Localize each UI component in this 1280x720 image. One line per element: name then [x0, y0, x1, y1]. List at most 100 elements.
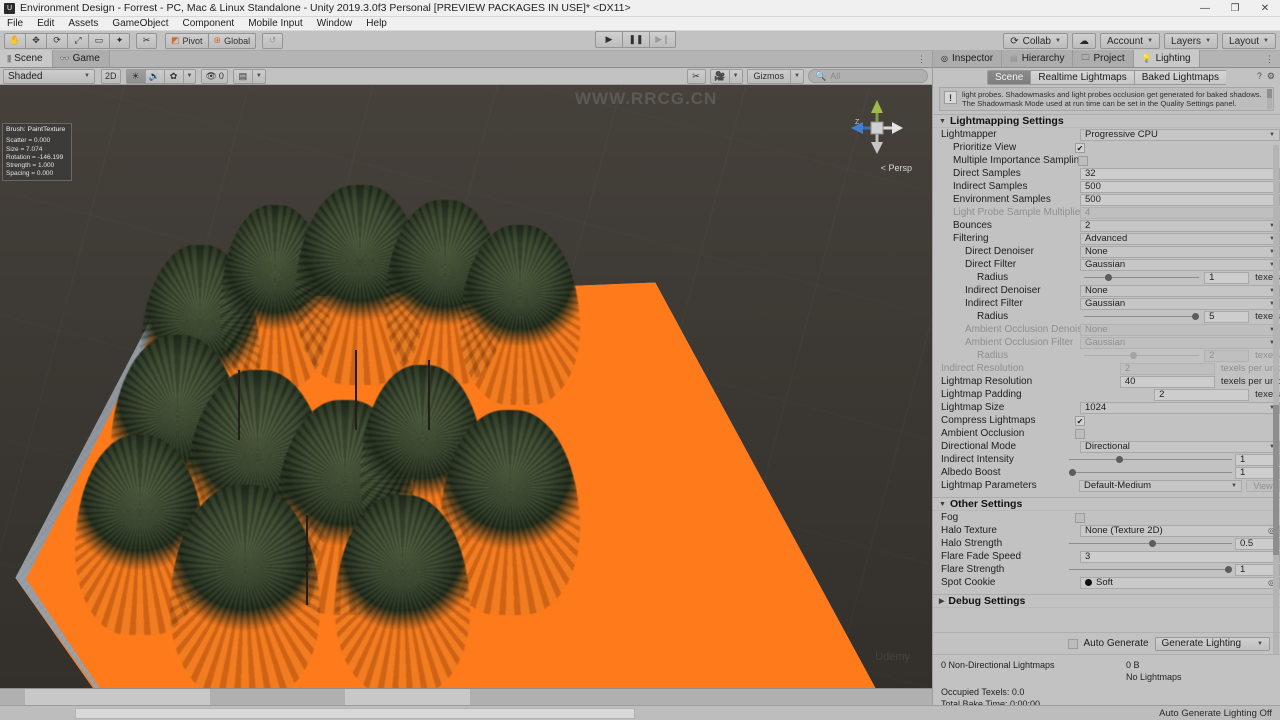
lightmap-size-dropdown[interactable]: 1024▼ — [1080, 401, 1280, 414]
flare-fade-speed-input[interactable]: 3 — [1080, 550, 1280, 563]
section-other-settings[interactable]: ▼ Other Settings — [933, 497, 1280, 512]
halo-strength-slider[interactable] — [1069, 538, 1232, 550]
filtering-dropdown[interactable]: Advanced▼ — [1080, 232, 1280, 245]
mode-baked-lightmaps-button[interactable]: Baked Lightmaps — [1133, 69, 1226, 85]
effects-dropdown-button[interactable]: ▼ — [182, 68, 197, 84]
pause-button[interactable]: ❚❚ — [622, 31, 649, 48]
direct-denoiser-dropdown[interactable]: None▼ — [1080, 245, 1280, 258]
fog-checkbox[interactable]: ✔ — [1075, 512, 1085, 523]
help-box-scrollbar[interactable] — [1267, 89, 1272, 110]
scene-camera-menu-button[interactable]: ▼ — [728, 68, 743, 84]
menu-component[interactable]: Component — [176, 17, 242, 31]
transform-tool-button[interactable]: ✦ — [109, 32, 130, 49]
scene-camera-dropdown-button[interactable]: ▼ — [251, 68, 266, 84]
gizmos-button[interactable]: Gizmos — [746, 68, 791, 84]
menu-edit[interactable]: Edit — [30, 17, 61, 31]
tab-hierarchy[interactable]: ▤ Hierarchy — [1002, 50, 1074, 67]
scene-view-gizmo[interactable]: Z — [846, 97, 908, 159]
rect-tool-button[interactable]: ▭ — [88, 32, 109, 49]
ambient-occlusion-checkbox[interactable]: ✔ — [1075, 428, 1085, 439]
scene-camera-icon-button[interactable]: 🎥 — [709, 68, 729, 84]
menu-window[interactable]: Window — [310, 17, 360, 31]
scene-search-input[interactable]: 🔍 All — [808, 69, 928, 83]
undo-history-button[interactable]: ↺ — [262, 32, 284, 49]
label-albedo-boost: Albedo Boost — [941, 467, 1001, 479]
auto-generate-group[interactable]: ✔ Auto Generate — [1068, 638, 1149, 649]
spot-cookie-object-field[interactable]: Soft ◎ — [1080, 576, 1280, 589]
auto-generate-checkbox[interactable]: ✔ — [1068, 638, 1079, 649]
indirect-denoiser-dropdown[interactable]: None▼ — [1080, 284, 1280, 297]
audio-toggle-button[interactable]: 🔊 — [144, 68, 164, 84]
layout-button[interactable]: Layout ▼ — [1222, 33, 1276, 49]
maximize-button[interactable]: ❐ — [1220, 0, 1250, 17]
scene-viewport[interactable]: Brush: PaintTexture Scatter = 0.000 Size… — [0, 85, 932, 688]
indirect-filter-radius-input[interactable]: 5 — [1204, 310, 1250, 323]
lighting-toggle-button[interactable]: ☀ — [125, 68, 145, 84]
menu-help[interactable]: Help — [359, 17, 394, 31]
custom-editor-tool-button[interactable]: ✂ — [136, 32, 157, 49]
tab-lighting[interactable]: 💡 Lighting — [1133, 50, 1200, 67]
menu-gameobject[interactable]: GameObject — [105, 17, 175, 31]
menu-file[interactable]: File — [0, 17, 30, 31]
rotate-tool-button[interactable]: ⟳ — [46, 32, 67, 49]
section-debug-settings[interactable]: ▶ Debug Settings — [933, 594, 1280, 609]
lightmapper-dropdown[interactable]: Progressive CPU ▼ — [1080, 128, 1280, 141]
move-tool-button[interactable]: ✥ — [25, 32, 46, 49]
toggle-2d-button[interactable]: 2D — [101, 68, 121, 84]
gizmos-dropdown-button[interactable]: ▼ — [790, 68, 804, 84]
effects-toggle-button[interactable]: ✿ — [163, 68, 183, 84]
tab-project[interactable]: 🗀 Project — [1073, 50, 1134, 67]
mode-scene-button[interactable]: Scene — [986, 69, 1031, 85]
layers-button[interactable]: Layers ▼ — [1164, 33, 1219, 49]
halo-texture-object-field[interactable]: None (Texture 2D) ◎ — [1080, 524, 1280, 537]
menu-assets[interactable]: Assets — [61, 17, 105, 31]
minimize-button[interactable]: — — [1190, 0, 1220, 17]
scale-tool-button[interactable]: ⤢ — [67, 32, 88, 49]
scene-fx-button[interactable]: ✂ — [686, 68, 706, 84]
direct-samples-input[interactable]: 32 — [1080, 167, 1280, 180]
bounces-dropdown[interactable]: 2▼ — [1080, 219, 1280, 232]
pivot-toggle-button[interactable]: ◩ Pivot — [165, 32, 208, 49]
mode-realtime-lightmaps-button[interactable]: Realtime Lightmaps — [1030, 69, 1134, 85]
camera-projection-label[interactable]: < Persp — [881, 163, 912, 173]
tab-inspector[interactable]: ◎ Inspector — [933, 50, 1003, 67]
play-button[interactable]: ▶ — [595, 31, 622, 48]
menu-mobile-input[interactable]: Mobile Input — [241, 17, 309, 31]
indirect-filter-radius-slider[interactable] — [1084, 311, 1200, 323]
close-button[interactable]: ✕ — [1250, 0, 1280, 17]
section-lightmapping-settings[interactable]: ▼ Lightmapping Settings — [933, 114, 1280, 129]
lightmap-parameters-dropdown[interactable]: Default-Medium ▼ — [1079, 479, 1242, 492]
lightmap-resolution-input[interactable]: 40 — [1119, 375, 1215, 388]
draw-mode-dropdown[interactable]: Shaded ▼ — [3, 68, 95, 84]
tab-scene[interactable]: ||| Scene — [0, 50, 53, 67]
scene-camera-settings-button[interactable]: ▤ — [232, 68, 252, 84]
lighting-panel-scrollbar[interactable] — [1273, 145, 1279, 675]
cloud-button[interactable]: ☁ — [1071, 33, 1096, 49]
gear-icon[interactable]: ⚙ — [1267, 71, 1275, 82]
scene-visibility-button[interactable]: 👁 0 — [201, 68, 228, 84]
indirect-samples-input[interactable]: 500 — [1080, 180, 1280, 193]
tab-game[interactable]: 👓 Game — [52, 50, 110, 67]
step-button[interactable]: ▶❙ — [649, 31, 676, 48]
indirect-filter-dropdown[interactable]: Gaussian▼ — [1080, 297, 1280, 310]
lighting-kebab-menu-icon[interactable]: ⋮ — [1265, 53, 1274, 65]
indirect-intensity-slider[interactable] — [1069, 454, 1232, 466]
collab-button[interactable]: ⟳ Collab ▼ — [1003, 33, 1068, 49]
directional-mode-dropdown[interactable]: Directional▼ — [1080, 440, 1280, 453]
generate-lighting-button[interactable]: Generate Lighting ▼ — [1154, 636, 1270, 651]
flare-strength-slider[interactable] — [1069, 564, 1233, 576]
compress-lightmaps-checkbox[interactable]: ✔ — [1075, 415, 1085, 426]
direct-filter-radius-slider[interactable] — [1084, 272, 1200, 284]
hand-tool-button[interactable]: ✋ — [4, 32, 25, 49]
lightmap-padding-input[interactable]: 2 — [1154, 388, 1250, 401]
prioritize-view-checkbox[interactable]: ✔ — [1075, 142, 1085, 153]
scene-kebab-menu-icon[interactable]: ⋮ — [917, 53, 926, 65]
albedo-boost-slider[interactable] — [1069, 467, 1232, 479]
multiple-importance-sampling-checkbox[interactable]: ✔ — [1077, 155, 1088, 166]
direct-filter-dropdown[interactable]: Gaussian▼ — [1080, 258, 1280, 271]
global-toggle-button[interactable]: ⊕ Global — [207, 32, 257, 49]
account-button[interactable]: Account ▼ — [1099, 33, 1161, 49]
environment-samples-input[interactable]: 500 — [1080, 193, 1280, 206]
help-icon[interactable]: ? — [1257, 71, 1262, 82]
direct-filter-radius-input[interactable]: 1 — [1204, 271, 1250, 284]
